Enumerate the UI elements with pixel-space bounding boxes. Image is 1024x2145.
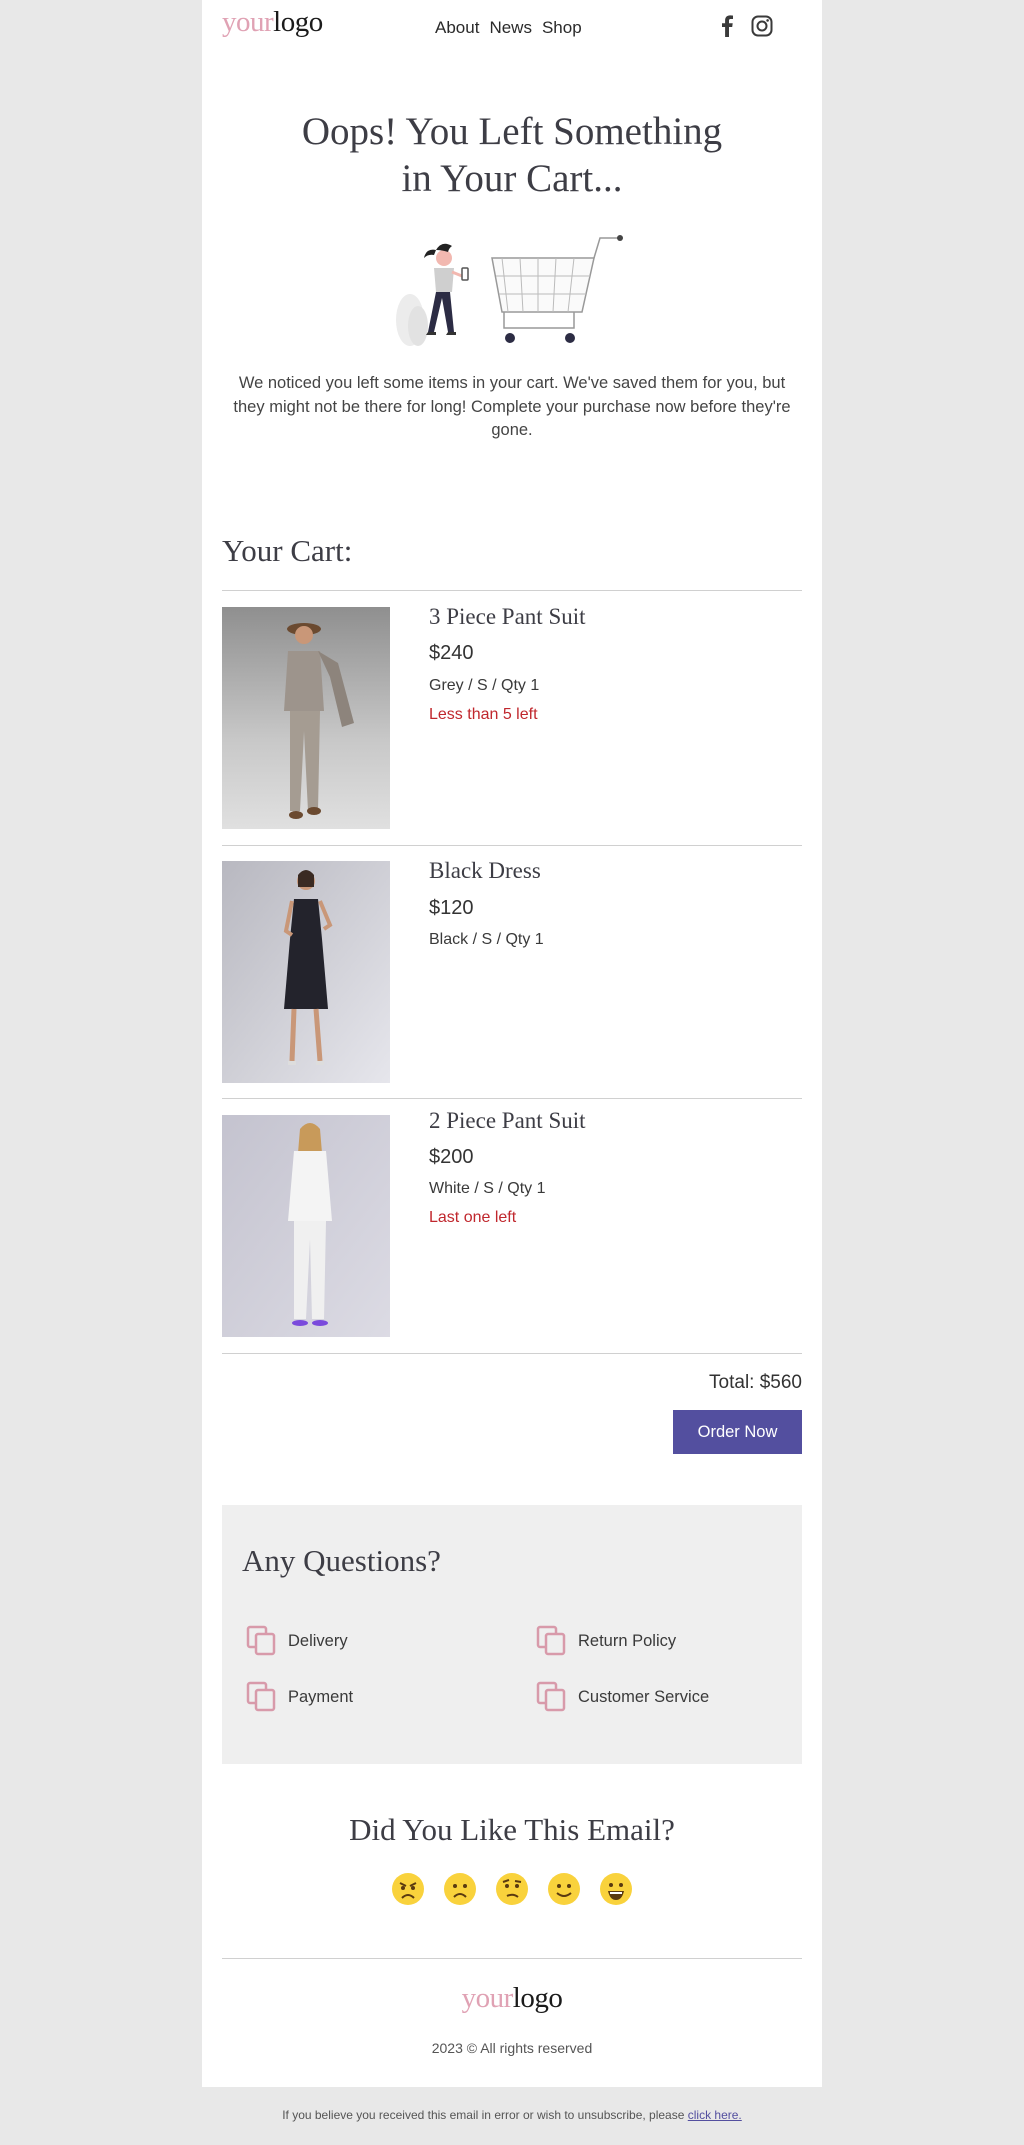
product-name[interactable]: Black Dress <box>429 858 541 884</box>
email-container: yourlogo About News Shop Oops! You Left … <box>202 0 822 2087</box>
unsubscribe-link[interactable]: click here. <box>688 2108 742 2122</box>
hero-title-line2: in Your Cart... <box>401 157 623 200</box>
grinning-face-icon[interactable] <box>599 1872 633 1906</box>
header-nav: About News Shop <box>435 18 582 38</box>
product-name[interactable]: 2 Piece Pant Suit <box>429 1108 586 1134</box>
logo-part-your: your <box>222 6 274 38</box>
divider <box>222 845 802 846</box>
cart-total: Total: $560 <box>709 1372 802 1393</box>
product-price: $200 <box>429 1146 474 1168</box>
divider <box>222 1098 802 1099</box>
faq-item-label: Payment <box>288 1687 354 1706</box>
facebook-icon[interactable] <box>715 14 739 38</box>
nav-about[interactable]: About <box>435 18 479 38</box>
logo-part-your: your <box>461 1982 514 2014</box>
faq-item-label: Customer Service <box>578 1687 710 1706</box>
hero-title: Oops! You Left Something in Your Cart... <box>202 108 822 202</box>
hero-title-line1: Oops! You Left Something <box>301 110 723 153</box>
angry-face-icon[interactable] <box>391 1872 425 1906</box>
faq-section: Any Questions? Delivery Return Policy Pa… <box>222 1505 802 1764</box>
faq-item-return-policy[interactable]: Return Policy <box>536 1625 676 1657</box>
product-variant: Grey / S / Qty 1 <box>429 677 540 694</box>
product-image-3-piece-pant-suit[interactable] <box>222 607 390 829</box>
logo-part-logo: logo <box>512 1982 563 2014</box>
hero-intro-text: We noticed you left some items in your c… <box>233 374 791 439</box>
footer-logo[interactable]: yourlogo <box>202 1982 822 2015</box>
cart-illustration <box>396 235 623 346</box>
instagram-icon[interactable] <box>750 14 774 38</box>
divider <box>222 1353 802 1354</box>
copy-icon <box>536 1625 566 1656</box>
product-name[interactable]: 3 Piece Pant Suit <box>429 604 586 630</box>
nav-shop[interactable]: Shop <box>542 18 582 38</box>
product-price: $120 <box>429 897 474 919</box>
faq-item-customer-service[interactable]: Customer Service <box>536 1681 709 1713</box>
logo-part-logo: logo <box>273 6 323 38</box>
divider <box>222 590 802 591</box>
unsubscribe-text: If you believe you received this email i… <box>282 2108 688 2122</box>
skeptical-face-icon[interactable] <box>495 1872 529 1906</box>
faq-item-delivery[interactable]: Delivery <box>246 1625 348 1657</box>
nav-news[interactable]: News <box>489 18 532 38</box>
copy-icon <box>536 1681 566 1712</box>
product-variant: White / S / Qty 1 <box>429 1180 546 1197</box>
header-logo[interactable]: yourlogo <box>222 6 323 39</box>
copy-icon <box>246 1625 276 1656</box>
product-variant: Black / S / Qty 1 <box>429 931 544 948</box>
product-image-black-dress[interactable] <box>222 861 390 1083</box>
rating-title: Did You Like This Email? <box>349 1812 675 1847</box>
faq-item-label: Delivery <box>288 1631 348 1650</box>
copyright-text: 2023 © All rights reserved <box>431 2040 593 2056</box>
frowning-face-icon[interactable] <box>443 1872 477 1906</box>
product-image-2-piece-pant-suit[interactable] <box>222 1115 390 1337</box>
faq-title: Any Questions? <box>242 1543 441 1578</box>
slightly-smiling-face-icon[interactable] <box>547 1872 581 1906</box>
stock-warning: Less than 5 left <box>429 706 538 723</box>
faq-item-label: Return Policy <box>578 1631 677 1650</box>
cart-title: Your Cart: <box>222 533 353 568</box>
faq-item-payment[interactable]: Payment <box>246 1681 353 1713</box>
copy-icon <box>246 1681 276 1712</box>
stock-warning: Last one left <box>429 1209 517 1226</box>
divider <box>222 1958 802 1959</box>
order-now-button[interactable]: Order Now <box>673 1410 802 1454</box>
rating-emojis <box>202 1872 822 1906</box>
unsubscribe-notice: If you believe you received this email i… <box>0 2108 1024 2122</box>
product-price: $240 <box>429 642 474 664</box>
